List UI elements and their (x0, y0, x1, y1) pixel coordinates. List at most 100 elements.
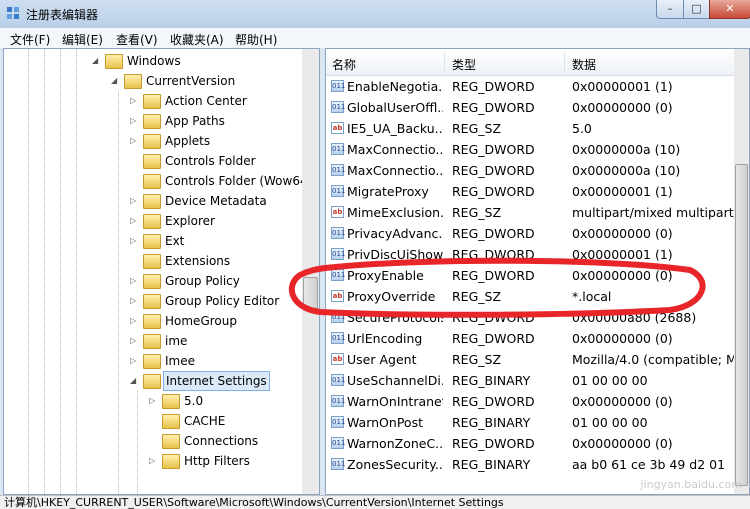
list-row[interactable]: 011 MaxConnectio... REG_DWORD 0x0000000a (1… (326, 160, 749, 181)
tree-scrollbar-thumb[interactable] (303, 277, 318, 309)
expanded-arrow-icon[interactable]: ◢ (111, 71, 117, 91)
collapsed-arrow-icon[interactable]: ▷ (130, 331, 136, 351)
value-name: GlobalUserOffl... (347, 100, 443, 115)
value-type: REG_SZ (452, 121, 502, 136)
value-name: WarnOnIntranet (347, 394, 443, 409)
collapsed-arrow-icon[interactable]: ▷ (130, 271, 136, 291)
expanded-arrow-icon[interactable]: ◢ (130, 371, 136, 391)
folder-open-icon (105, 54, 123, 69)
list-row[interactable]: 011 WarnonZoneC... REG_DWORD 0x00000000 (0) (326, 433, 749, 454)
list-scrollbar-thumb[interactable] (735, 164, 748, 486)
list-row[interactable]: 011 PrivacyAdvanc... REG_DWORD 0x00000000 (… (326, 223, 749, 244)
list-row[interactable]: 011 WarnOnIntranet REG_DWORD 0x00000000 (0) (326, 391, 749, 412)
menu-bar: 文件(F) 编辑(E) 查看(V) 收藏夹(A) 帮助(H) (0, 28, 750, 48)
title-bar: 注册表编辑器 – □ ✕ (0, 0, 750, 28)
list-row[interactable]: ab IE5_UA_Backu... REG_SZ 5.0 (326, 118, 749, 139)
menu-edit[interactable]: 编辑(E) (62, 31, 103, 48)
folder-icon (143, 274, 161, 289)
collapsed-arrow-icon[interactable]: ▷ (130, 311, 136, 331)
tree-item-label: CurrentVersion (146, 74, 236, 88)
list-row-proxy-override[interactable]: ab ProxyOverride REG_SZ *.local (326, 286, 749, 307)
value-data: Mozilla/4.0 (compatible; MSI (572, 352, 749, 367)
list-row[interactable]: 011 PrivDiscUiShown REG_DWORD 0x00000001 (1… (326, 244, 749, 265)
tree-guide-line (76, 49, 77, 494)
value-type: REG_DWORD (452, 310, 535, 325)
list-scrollbar[interactable] (734, 49, 749, 494)
collapsed-arrow-icon[interactable]: ▷ (130, 131, 136, 151)
column-header-name[interactable]: 名称 (332, 56, 356, 73)
collapsed-arrow-icon[interactable]: ▷ (130, 351, 136, 371)
collapsed-arrow-icon[interactable]: ▷ (130, 91, 136, 111)
folder-icon (143, 114, 161, 129)
menu-favorites[interactable]: 收藏夹(A) (170, 31, 224, 48)
list-row[interactable]: ab User Agent REG_SZ Mozilla/4.0 (compatibl… (326, 349, 749, 370)
list-row[interactable]: 011 WarnOnPost REG_BINARY 01 00 00 00 (326, 412, 749, 433)
binary-value-icon: 011 (331, 416, 346, 428)
list-row[interactable]: ab MimeExclusion... REG_SZ multipart/mixed … (326, 202, 749, 223)
dword-value-icon: 011 (331, 269, 346, 281)
value-type: REG_DWORD (452, 163, 535, 178)
dword-value-icon: 011 (331, 101, 346, 113)
list-row-proxy-enable[interactable]: 011 ProxyEnable REG_DWORD 0x00000000 (0) (326, 265, 749, 286)
value-type: REG_DWORD (452, 226, 535, 241)
value-type: REG_DWORD (452, 142, 535, 157)
value-data: 0x00000000 (0) (572, 268, 673, 283)
collapsed-arrow-icon[interactable]: ▷ (130, 231, 136, 251)
value-type: REG_BINARY (452, 373, 531, 388)
value-type: REG_DWORD (452, 394, 535, 409)
close-button[interactable]: ✕ (709, 0, 750, 19)
registry-tree[interactable]: ◢ Windows ◢ CurrentVersion ▷ Action Cente… (3, 48, 320, 495)
value-data: 5.0 (572, 121, 592, 136)
collapsed-arrow-icon[interactable]: ▷ (130, 191, 136, 211)
value-data: 0x0000000a (10) (572, 163, 681, 178)
value-name: ZonesSecurity... (347, 457, 443, 472)
menu-file[interactable]: 文件(F) (10, 31, 50, 48)
minimize-button[interactable]: – (656, 0, 684, 19)
folder-icon (143, 294, 161, 309)
column-header-type[interactable]: 类型 (452, 56, 476, 73)
list-row[interactable]: 011 SecureProtocols REG_DWORD 0x00000a80 (2… (326, 307, 749, 328)
folder-open-icon (124, 74, 142, 89)
tree-guide-line (28, 49, 29, 494)
dword-value-icon: 011 (331, 437, 346, 449)
list-row[interactable]: 011 MaxConnectio... REG_DWORD 0x0000000a (1… (326, 139, 749, 160)
menu-help[interactable]: 帮助(H) (235, 31, 277, 48)
tree-scrollbar[interactable] (302, 49, 319, 494)
dword-value-icon: 011 (331, 164, 346, 176)
column-header-data[interactable]: 数据 (572, 56, 596, 73)
collapsed-arrow-icon[interactable]: ▷ (130, 111, 136, 131)
folder-icon (162, 394, 180, 409)
maximize-button[interactable]: □ (683, 0, 710, 19)
menu-view[interactable]: 查看(V) (116, 31, 158, 48)
collapsed-arrow-icon[interactable]: ▷ (130, 291, 136, 311)
list-row[interactable]: 011 EnableNegotia... REG_DWORD 0x00000001 (… (326, 76, 749, 97)
collapsed-arrow-icon[interactable]: ▷ (130, 211, 136, 231)
expanded-arrow-icon[interactable]: ◢ (92, 51, 98, 71)
list-row[interactable]: 011 ZonesSecurity... REG_BINARY aa b0 61 ce… (326, 454, 749, 475)
tree-item-label: Ext (165, 234, 185, 248)
column-separator[interactable] (564, 52, 565, 72)
value-type: REG_DWORD (452, 331, 535, 346)
dword-value-icon: 011 (331, 332, 346, 344)
list-row[interactable]: 011 GlobalUserOffl... REG_DWORD 0x00000000 … (326, 97, 749, 118)
value-data: *.local (572, 289, 612, 304)
value-type: REG_DWORD (452, 268, 535, 283)
tree-item-label: Group Policy (165, 274, 240, 288)
tree-item-label: Explorer (165, 214, 215, 228)
list-row[interactable]: 011 UrlEncoding REG_DWORD 0x00000000 (0) (326, 328, 749, 349)
list-row[interactable]: 011 UseSchannelDi... REG_BINARY 01 00 00 00 (326, 370, 749, 391)
list-row[interactable]: 011 MigrateProxy REG_DWORD 0x00000001 (1) (326, 181, 749, 202)
tree-item-label: Windows (127, 54, 181, 68)
value-type: REG_DWORD (452, 247, 535, 262)
folder-icon (143, 254, 161, 269)
column-separator[interactable] (444, 52, 445, 72)
dword-value-icon: 011 (331, 395, 346, 407)
watermark: jingyan.baidu.com (640, 478, 742, 491)
collapsed-arrow-icon[interactable]: ▷ (149, 451, 155, 471)
value-list[interactable]: 名称 类型 数据 011 EnableNegotia... REG_DWORD 0x0… (325, 48, 750, 495)
value-type: REG_DWORD (452, 100, 535, 115)
collapsed-arrow-icon[interactable]: ▷ (149, 391, 155, 411)
tree-item-label: Connections (184, 434, 259, 448)
tree-item-label: Imee (165, 354, 195, 368)
tree-item-label: Applets (165, 134, 211, 148)
